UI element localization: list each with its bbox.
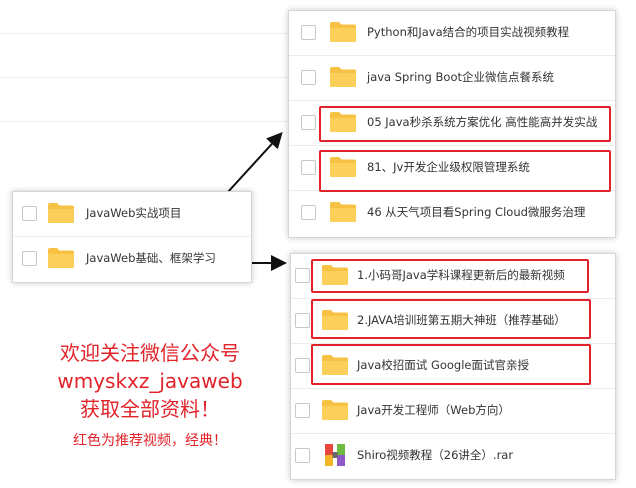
file-row[interactable]: java Spring Boot企业微信点餐系统 bbox=[289, 56, 615, 101]
row-checkbox[interactable] bbox=[22, 251, 37, 266]
promo-line-account-id: wmyskxz_javaweb bbox=[57, 369, 243, 393]
file-row[interactable]: Python和Java结合的项目实战视频教程 bbox=[289, 11, 615, 56]
file-name: JavaWeb基础、框架学习 bbox=[86, 251, 216, 265]
file-name: 46 从天气项目看Spring Cloud微服务治理 bbox=[367, 205, 586, 219]
row-checkbox[interactable] bbox=[301, 205, 316, 220]
file-name: Python和Java结合的项目实战视频教程 bbox=[367, 25, 570, 39]
file-name: Java开发工程师（Web方向） bbox=[357, 403, 510, 417]
file-row[interactable]: Java开发工程师（Web方向） bbox=[291, 389, 615, 434]
row-checkbox[interactable] bbox=[295, 448, 310, 463]
file-row[interactable]: 1.小码哥Java学科课程更新后的最新视频 bbox=[291, 254, 615, 299]
folder-icon bbox=[48, 203, 74, 223]
row-checkbox[interactable] bbox=[301, 160, 316, 175]
background-row-divider bbox=[0, 77, 290, 78]
recommended-highlight bbox=[311, 259, 589, 293]
folder-icon bbox=[330, 22, 356, 42]
recommended-highlight bbox=[311, 299, 591, 339]
background-row-divider bbox=[0, 121, 290, 122]
file-row[interactable]: 2.JAVA培训班第五期大神班（推荐基础） bbox=[291, 299, 615, 344]
row-checkbox[interactable] bbox=[295, 403, 310, 418]
row-checkbox[interactable] bbox=[301, 70, 316, 85]
row-checkbox[interactable] bbox=[295, 358, 310, 373]
file-row[interactable]: Shiro视频教程（26讲全）.rar bbox=[291, 434, 615, 479]
folder-icon bbox=[322, 400, 348, 420]
promo-line-follow-account: 欢迎关注微信公众号 bbox=[60, 341, 240, 365]
row-checkbox[interactable] bbox=[295, 313, 310, 328]
file-row[interactable]: 46 从天气项目看Spring Cloud微服务治理 bbox=[289, 191, 615, 236]
row-checkbox[interactable] bbox=[301, 25, 316, 40]
promo-line-get-materials: 获取全部资料！ bbox=[80, 397, 220, 421]
file-row[interactable]: 81、Jv开发企业级权限管理系统 bbox=[289, 146, 615, 192]
file-row[interactable]: JavaWeb实战项目 bbox=[13, 192, 251, 237]
row-checkbox[interactable] bbox=[301, 115, 316, 130]
file-name: java Spring Boot企业微信点餐系统 bbox=[367, 70, 554, 84]
file-name: JavaWeb实战项目 bbox=[86, 206, 182, 220]
file-name: Shiro视频教程（26讲全）.rar bbox=[357, 448, 514, 462]
rar-archive-icon bbox=[325, 444, 345, 466]
promo-note-red-recommended: 红色为推荐视频，经典！ bbox=[73, 433, 227, 449]
recommended-highlight bbox=[319, 106, 611, 142]
folder-icon bbox=[330, 67, 356, 87]
file-row[interactable]: JavaWeb基础、框架学习 bbox=[13, 237, 251, 282]
folder-icon bbox=[330, 202, 356, 222]
left-file-panel: JavaWeb实战项目 JavaWeb基础、框架学习 bbox=[12, 191, 252, 283]
folder-icon bbox=[48, 248, 74, 268]
recommended-highlight bbox=[311, 344, 591, 385]
row-checkbox[interactable] bbox=[22, 206, 37, 221]
top-right-file-panel: Python和Java结合的项目实战视频教程 java Spring Boot企… bbox=[288, 10, 616, 238]
row-checkbox[interactable] bbox=[295, 268, 310, 283]
file-row[interactable]: 05 Java秒杀系统方案优化 高性能高并发实战 bbox=[289, 101, 615, 146]
bottom-right-file-panel: 1.小码哥Java学科课程更新后的最新视频 2.JAVA培训班第五期大神班（推荐… bbox=[290, 253, 616, 480]
recommended-highlight bbox=[319, 150, 611, 192]
file-row[interactable]: Java校招面试 Google面试官亲授 bbox=[291, 344, 615, 389]
background-row-divider bbox=[0, 33, 290, 34]
